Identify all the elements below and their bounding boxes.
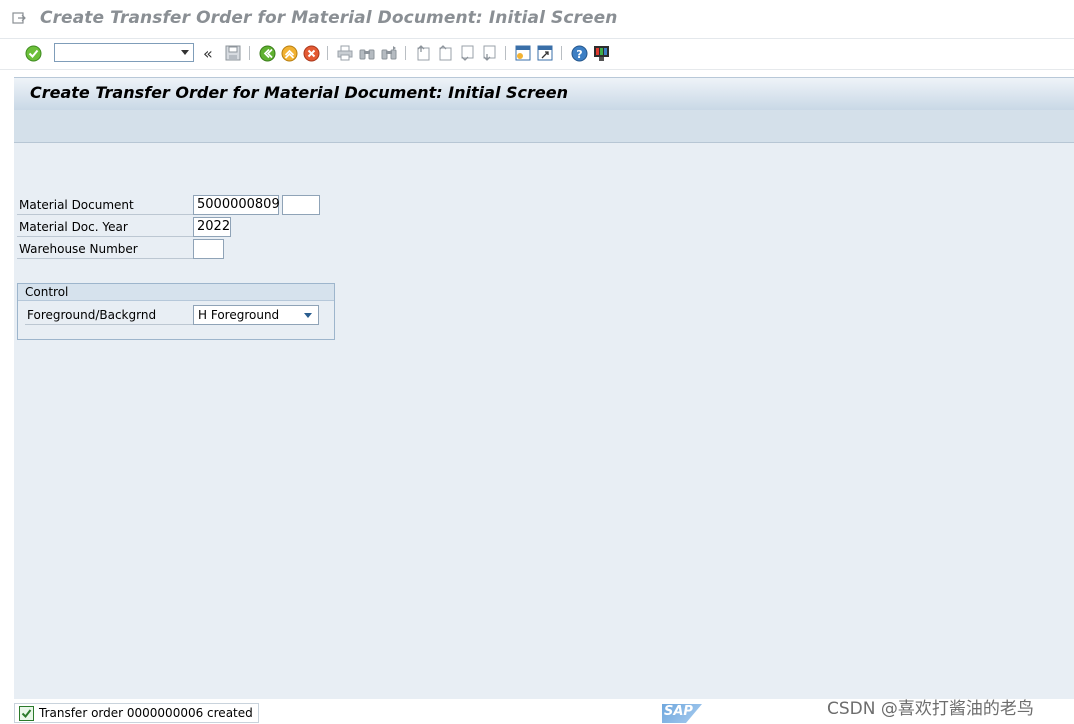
last-page-icon[interactable] (480, 44, 498, 62)
help-icon[interactable]: ? (570, 44, 588, 62)
material-document-field[interactable]: 5000000809 (193, 195, 280, 215)
first-page-icon[interactable] (414, 44, 432, 62)
foreground-background-value: H Foreground (198, 308, 280, 322)
label-underline (17, 214, 193, 215)
warehouse-number-label: Warehouse Number (19, 242, 138, 256)
foreground-background-dropdown[interactable]: H Foreground (193, 305, 319, 325)
command-dropdown-icon[interactable] (181, 50, 189, 55)
status-message[interactable]: Transfer order 0000000006 created (14, 703, 259, 723)
collapse-icon[interactable]: « (203, 44, 213, 63)
previous-page-icon[interactable] (436, 44, 454, 62)
menu-exit-icon[interactable] (12, 12, 26, 24)
label-underline (25, 324, 193, 325)
print-icon[interactable] (336, 44, 354, 62)
material-document-label: Material Document (19, 198, 134, 212)
foreground-background-label: Foreground/Backgrnd (27, 308, 157, 322)
toolbar-separator (405, 46, 406, 60)
label-underline (17, 236, 193, 237)
material-doc-year-label: Material Doc. Year (19, 220, 128, 234)
material-doc-year-field[interactable]: 2022 (193, 217, 231, 237)
screen-header: Create Transfer Order for Material Docum… (14, 77, 1074, 111)
toolbar-separator (561, 46, 562, 60)
dropdown-arrow-icon[interactable] (304, 313, 312, 318)
screen-title: Create Transfer Order for Material Docum… (30, 83, 568, 102)
toolbar-separator (505, 46, 506, 60)
command-field[interactable] (54, 43, 194, 64)
window-title: Create Transfer Order for Material Docum… (40, 8, 618, 28)
toolbar-separator (249, 46, 250, 60)
system-toolbar: « ? (0, 39, 1074, 70)
back-icon[interactable] (258, 44, 276, 62)
left-strip (0, 77, 14, 724)
enter-icon[interactable] (24, 44, 42, 62)
customize-layout-icon[interactable] (592, 44, 610, 62)
control-group-title: Control (18, 284, 334, 301)
find-icon[interactable] (358, 44, 376, 62)
toolbar-separator (327, 46, 328, 60)
create-session-icon[interactable] (514, 44, 532, 62)
find-next-icon[interactable] (380, 44, 398, 62)
title-bar: Create Transfer Order for Material Docum… (0, 0, 1074, 39)
application-toolbar (14, 110, 1074, 143)
work-area (14, 143, 1074, 699)
material-document-item-field[interactable] (282, 195, 320, 215)
save-icon[interactable] (224, 44, 242, 62)
warehouse-number-field[interactable] (193, 239, 224, 259)
next-page-icon[interactable] (458, 44, 476, 62)
svg-text:?: ? (576, 48, 582, 61)
status-message-text: Transfer order 0000000006 created (39, 706, 253, 720)
watermark-text: CSDN @喜欢打酱油的老鸟 (827, 699, 1034, 719)
cancel-icon[interactable] (302, 44, 320, 62)
command-input[interactable] (58, 46, 180, 64)
success-check-icon (19, 706, 34, 721)
exit-icon[interactable] (280, 44, 298, 62)
label-underline (17, 258, 193, 259)
shortcut-icon[interactable] (536, 44, 554, 62)
